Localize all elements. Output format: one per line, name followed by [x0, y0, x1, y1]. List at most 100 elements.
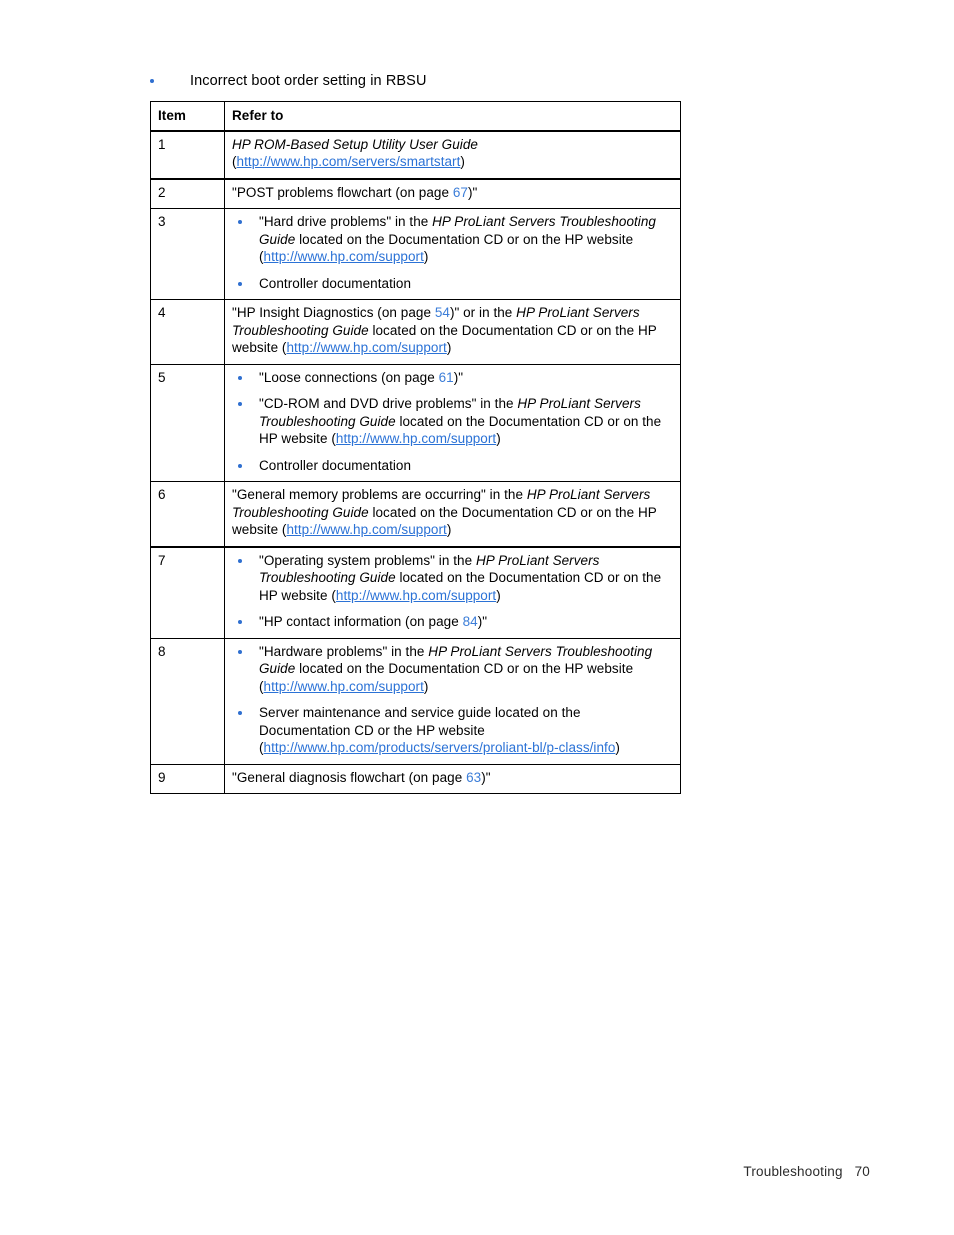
cell-item-number: 5	[150, 363, 225, 482]
cell-refer-to: "Operating system problems" in the HP Pr…	[224, 546, 681, 639]
bullet-icon	[238, 649, 242, 654]
text-run: )	[446, 522, 452, 537]
cell-refer-to: "POST problems flowchart (on page 67)"	[224, 178, 681, 209]
page-reference-link[interactable]: 67	[453, 185, 468, 200]
list-item: Server maintenance and service guide loc…	[232, 704, 673, 757]
text-run: "HP Insight Diagnostics (on page	[232, 305, 435, 320]
table-row: 9 "General diagnosis flowchart (on page 6…	[150, 763, 681, 794]
table-header: Item Refer to	[150, 101, 681, 132]
cell-refer-to: "Hard drive problems" in the HP ProLiant…	[224, 208, 681, 300]
bullet-icon	[150, 72, 172, 83]
cell-item-number: 8	[150, 637, 225, 765]
cell-paragraph: "General memory problems are occurring" …	[232, 486, 673, 539]
table-row: 1 HP ROM-Based Setup Utility User Guide (h…	[150, 130, 681, 180]
list-item: "Operating system problems" in the HP Pr…	[232, 552, 673, 605]
table-row: 5 "Loose connections (on page 61)" "CD-ROM…	[150, 363, 681, 482]
text-run: "General diagnosis flowchart (on page	[232, 769, 467, 785]
text-run: )	[460, 154, 465, 169]
external-link[interactable]: http://www.hp.com/support	[336, 588, 496, 603]
text-run: )	[423, 678, 429, 694]
list-item: Controller documentation	[232, 275, 673, 293]
cell-item-number: 1	[150, 130, 225, 180]
list-item: "CD-ROM and DVD drive problems" in the H…	[232, 395, 673, 448]
page-reference-link[interactable]: 84	[463, 614, 478, 629]
table-row: 2 "POST problems flowchart (on page 67)"	[150, 178, 681, 209]
external-link[interactable]: http://www.hp.com/support	[286, 340, 446, 355]
text-run: "Hard drive problems" in the	[259, 214, 433, 229]
external-link[interactable]: http://www.hp.com/support	[264, 679, 424, 694]
bullet-icon	[238, 220, 242, 224]
cell-refer-to: "Hardware problems" in the HP ProLiant S…	[224, 637, 681, 765]
page-footer: Troubleshooting 70	[743, 1164, 870, 1179]
text-run: "General memory problems are occurring" …	[232, 487, 527, 502]
text-run: )	[496, 431, 501, 446]
table-row: 8 "Hardware problems" in the HP ProLiant …	[150, 637, 681, 765]
list-item: "Hardware problems" in the HP ProLiant S…	[232, 643, 673, 696]
bullet-icon	[238, 711, 242, 715]
list-item: Controller documentation	[232, 457, 673, 475]
bullet-icon	[238, 375, 242, 380]
table-header-row: Item Refer to	[150, 101, 681, 132]
text-run: "Hardware problems" in the	[259, 643, 429, 659]
bullet-icon	[238, 463, 242, 468]
table-row: 6 "General memory problems are occurring"…	[150, 481, 681, 548]
cell-refer-to: HP ROM-Based Setup Utility User Guide (ht…	[224, 130, 681, 180]
reference-table: Item Refer to 1 HP ROM-Based Setup Utilit…	[150, 101, 681, 794]
table-row: 4 "HP Insight Diagnostics (on page 54)" o…	[150, 299, 681, 365]
text-run: "CD-ROM and DVD drive problems" in the	[259, 396, 518, 411]
intro-bullet-item: Incorrect boot order setting in RBSU	[150, 72, 690, 91]
cell-item-number: 4	[150, 299, 225, 365]
text-run: )"	[467, 184, 478, 200]
text-run: )	[423, 249, 429, 264]
cell-paragraph: HP ROM-Based Setup Utility User Guide (ht…	[232, 136, 673, 171]
list-item: "HP contact information (on page 84)"	[232, 613, 673, 631]
table-row: 7 "Operating system problems" in the HP P…	[150, 546, 681, 639]
reference-table-wrapper: Item Refer to 1 HP ROM-Based Setup Utilit…	[150, 101, 681, 794]
text-run: )" or in the	[449, 305, 517, 320]
cell-refer-to: "General diagnosis flowchart (on page 63…	[224, 763, 681, 794]
text-run: )	[615, 740, 620, 755]
external-link[interactable]: http://www.hp.com/products/servers/proli…	[264, 740, 616, 755]
page-reference-link[interactable]: 63	[466, 770, 481, 785]
cell-bullet-list: "Operating system problems" in the HP Pr…	[232, 552, 673, 631]
cell-paragraph: "HP Insight Diagnostics (on page 54)" or…	[232, 304, 673, 357]
text-run: Controller documentation	[259, 275, 412, 291]
cell-item-number: 6	[150, 481, 225, 548]
text-run: )"	[453, 369, 464, 385]
cell-item-number: 9	[150, 763, 225, 794]
cell-refer-to: "HP Insight Diagnostics (on page 54)" or…	[224, 299, 681, 365]
bullet-icon	[238, 281, 242, 286]
external-link[interactable]: http://www.hp.com/support	[286, 522, 446, 537]
text-run: )"	[477, 614, 488, 629]
table-body: 1 HP ROM-Based Setup Utility User Guide (h…	[150, 130, 681, 794]
external-link[interactable]: http://www.hp.com/support	[264, 249, 424, 264]
external-link[interactable]: http://www.hp.com/support	[336, 431, 496, 446]
guide-title: HP ROM-Based Setup Utility User Guide	[232, 136, 478, 152]
text-run: Controller documentation	[259, 457, 412, 473]
text-run: )	[496, 587, 501, 603]
table-row: 3 "Hard drive problems" in the HP ProLian…	[150, 208, 681, 300]
text-run: )"	[481, 769, 491, 785]
external-link[interactable]: http://www.hp.com/servers/smartstart	[237, 154, 461, 169]
text-run: "HP contact information (on page	[259, 614, 463, 629]
cell-refer-to: "General memory problems are occurring" …	[224, 481, 681, 548]
page-reference-link[interactable]: 61	[439, 370, 454, 385]
cell-bullet-list: "Loose connections (on page 61)" "CD-ROM …	[232, 369, 673, 475]
column-header-item: Item	[150, 101, 225, 132]
page-reference-link[interactable]: 54	[435, 305, 450, 320]
intro-bullet-label: Incorrect boot order setting in RBSU	[190, 73, 427, 89]
text-run: "Operating system problems" in the	[259, 552, 476, 568]
text-run: )	[446, 340, 452, 355]
text-run: "Loose connections (on page	[259, 369, 439, 385]
column-header-refer-to: Refer to	[224, 101, 681, 132]
bullet-icon	[238, 558, 242, 563]
cell-item-number: 2	[150, 178, 225, 209]
cell-item-number: 7	[150, 546, 225, 639]
bullet-icon	[238, 402, 242, 406]
cell-item-number: 3	[150, 208, 225, 300]
document-page: Incorrect boot order setting in RBSU Ite…	[0, 0, 954, 1235]
cell-refer-to: "Loose connections (on page 61)" "CD-ROM …	[224, 363, 681, 482]
text-run: "POST problems flowchart (on page	[232, 184, 453, 200]
cell-paragraph: "POST problems flowchart (on page 67)"	[232, 184, 673, 202]
bullet-icon	[238, 620, 242, 624]
